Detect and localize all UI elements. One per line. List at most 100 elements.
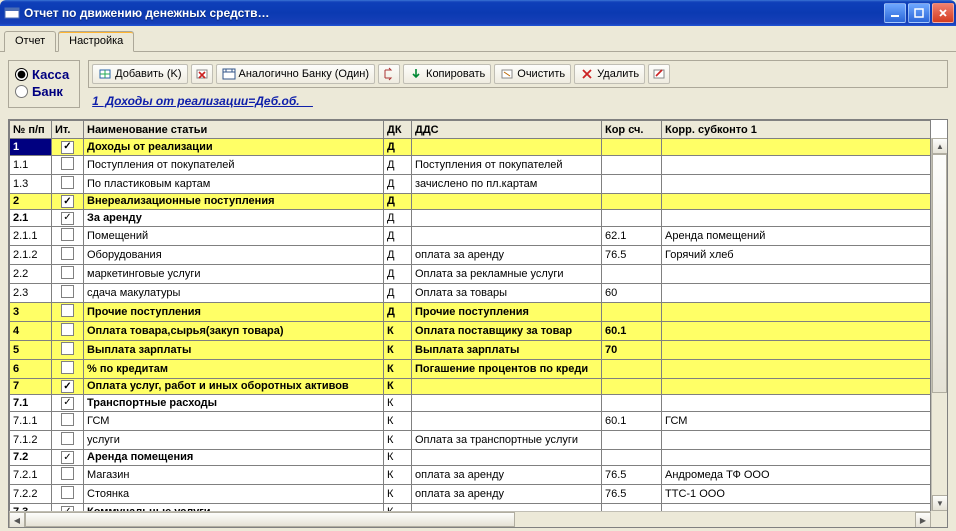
cell-dk[interactable]: Д [384,264,412,283]
radio-kassa[interactable]: Касса [15,67,69,82]
cell-name[interactable]: Коммунальные услуги [84,504,384,512]
cell-ks[interactable]: 76.5 [602,245,662,264]
delete-button[interactable]: Удалить [574,64,645,84]
cell-dk[interactable]: К [384,449,412,466]
checkbox-icon[interactable] [61,451,74,464]
cell-np[interactable]: 2.2 [10,264,52,283]
cell-np[interactable]: 6 [10,359,52,378]
cell-ks[interactable]: 76.5 [602,466,662,485]
checkbox-icon[interactable] [61,361,74,374]
cell-sub[interactable] [662,504,931,512]
cell-it[interactable] [52,302,84,321]
col-name[interactable]: Наименование статьи [84,121,384,139]
cell-dk[interactable]: К [384,378,412,395]
cell-np[interactable]: 3 [10,302,52,321]
cell-dk[interactable]: Д [384,302,412,321]
cell-dds[interactable]: оплата за аренду [412,466,602,485]
table-row[interactable]: 1.1Поступления от покупателейДПоступлени… [10,155,931,174]
table-row[interactable]: 3Прочие поступленияДПрочие поступления [10,302,931,321]
cell-np[interactable]: 1 [10,139,52,156]
cell-sub[interactable] [662,264,931,283]
cell-dk[interactable]: К [384,466,412,485]
scroll-right-button[interactable]: ▶ [915,512,931,528]
cell-it[interactable] [52,174,84,193]
table-row[interactable]: 2Внереализационные поступленияД [10,193,931,210]
cell-sub[interactable]: ГСМ [662,411,931,430]
cell-dds[interactable] [412,411,602,430]
cell-ks[interactable] [602,430,662,449]
cell-name[interactable]: ГСМ [84,411,384,430]
cell-dk[interactable]: Д [384,155,412,174]
cell-sub[interactable] [662,210,931,227]
cell-name[interactable]: услуги [84,430,384,449]
close-button[interactable] [932,3,954,23]
cell-ks[interactable] [602,302,662,321]
tab-report[interactable]: Отчет [4,31,56,52]
cell-name[interactable]: Оплата услуг, работ и иных оборотных акт… [84,378,384,395]
cell-dk[interactable]: К [384,411,412,430]
cell-name[interactable]: маркетинговые услуги [84,264,384,283]
cell-dk[interactable]: К [384,430,412,449]
cell-it[interactable] [52,395,84,412]
cell-sub[interactable]: Аренда помещений [662,226,931,245]
cell-it[interactable] [52,226,84,245]
cell-sub[interactable] [662,302,931,321]
checkbox-icon[interactable] [61,285,74,298]
cell-dk[interactable]: Д [384,139,412,156]
cell-it[interactable] [52,340,84,359]
cell-name[interactable]: сдача макулатуры [84,283,384,302]
hscroll-thumb[interactable] [25,512,515,527]
cell-it[interactable] [52,210,84,227]
cell-sub[interactable] [662,430,931,449]
checkbox-icon[interactable] [61,176,74,189]
cell-dk[interactable]: Д [384,210,412,227]
cell-ks[interactable]: 70 [602,340,662,359]
cell-it[interactable] [52,378,84,395]
cell-sub[interactable]: Андромеда ТФ ООО [662,466,931,485]
col-sub[interactable]: Корр. субконто 1 [662,121,931,139]
cell-name[interactable]: Транспортные расходы [84,395,384,412]
cell-it[interactable] [52,245,84,264]
cell-dk[interactable]: К [384,321,412,340]
delete-row-button[interactable] [191,64,213,84]
cell-ks[interactable] [602,193,662,210]
table-row[interactable]: 6% по кредитамКПогашение процентов по кр… [10,359,931,378]
copy-button[interactable]: Копировать [403,64,491,84]
cell-dds[interactable]: Прочие поступления [412,302,602,321]
cell-np[interactable]: 1.1 [10,155,52,174]
tab-settings[interactable]: Настройка [58,31,134,52]
cell-np[interactable]: 7 [10,378,52,395]
cell-name[interactable]: Оплата товара,сырья(закуп товара) [84,321,384,340]
cell-ks[interactable] [602,264,662,283]
cell-np[interactable]: 2.3 [10,283,52,302]
cell-sub[interactable] [662,359,931,378]
col-np[interactable]: № п/п [10,121,52,139]
cell-dk[interactable]: Д [384,226,412,245]
cell-name[interactable]: Стоянка [84,485,384,504]
toggle-button[interactable] [378,64,400,84]
cell-np[interactable]: 5 [10,340,52,359]
cell-np[interactable]: 7.3 [10,504,52,512]
cell-sub[interactable]: ТТС-1 ООО [662,485,931,504]
cell-dk[interactable]: К [384,485,412,504]
cell-dds[interactable]: Выплата зарплаты [412,340,602,359]
cell-np[interactable]: 2.1 [10,210,52,227]
cell-dk[interactable]: К [384,340,412,359]
cell-dk[interactable]: К [384,359,412,378]
cell-ks[interactable] [602,378,662,395]
cell-dds[interactable]: Оплата за рекламные услуги [412,264,602,283]
checkbox-icon[interactable] [61,467,74,480]
cell-ks[interactable]: 62.1 [602,226,662,245]
cell-np[interactable]: 7.2 [10,449,52,466]
vscroll-thumb[interactable] [932,154,947,393]
cell-dds[interactable] [412,210,602,227]
cell-name[interactable]: Внереализационные поступления [84,193,384,210]
cell-it[interactable] [52,359,84,378]
cell-np[interactable]: 7.2.1 [10,466,52,485]
cell-sub[interactable] [662,139,931,156]
table-row[interactable]: 4Оплата товара,сырья(закуп товара)КОплат… [10,321,931,340]
checkbox-icon[interactable] [61,247,74,260]
cell-name[interactable]: % по кредитам [84,359,384,378]
cell-it[interactable] [52,466,84,485]
checkbox-icon[interactable] [61,212,74,225]
